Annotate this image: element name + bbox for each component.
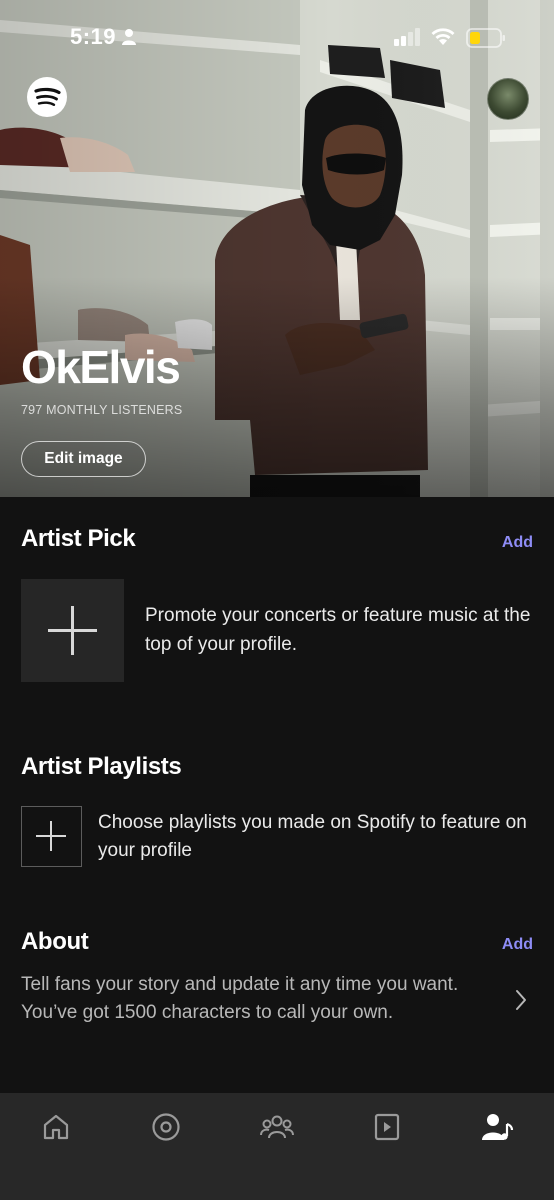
artist-header-image: 5:19 OkElvis 797 MONTHLY LISTENERS Edit … [0, 0, 554, 497]
artist-name: OkElvis [21, 341, 181, 393]
about-title: About [21, 928, 89, 955]
artist-playlists-add-tile[interactable] [21, 806, 82, 867]
nav-audience[interactable] [257, 1107, 297, 1147]
status-bar: 5:19 [0, 0, 554, 76]
artist-playlists-title: Artist Playlists [21, 753, 182, 780]
music-disc-icon [152, 1113, 180, 1141]
plus-icon [48, 606, 97, 655]
avatar[interactable] [487, 78, 529, 120]
about-add-button[interactable]: Add [502, 936, 533, 954]
about-description[interactable]: Tell fans your story and update it any t… [21, 971, 496, 1027]
spotify-logo-icon[interactable] [27, 77, 67, 117]
chevron-right-icon[interactable] [514, 988, 528, 1012]
bottom-navigation [0, 1093, 554, 1200]
artist-pick-add-button[interactable]: Add [502, 534, 533, 552]
nav-home[interactable] [36, 1107, 76, 1147]
artist-playlists-description: Choose playlists you made on Spotify to … [98, 812, 527, 861]
cellular-signal-icon [394, 28, 420, 46]
edit-image-button[interactable]: Edit image [21, 441, 146, 477]
artist-pick-add-tile[interactable] [21, 579, 124, 682]
profile-music-icon [482, 1114, 514, 1140]
audience-icon [260, 1115, 294, 1139]
nav-profile[interactable] [478, 1107, 518, 1147]
battery-icon [466, 28, 505, 48]
nav-video[interactable] [367, 1107, 407, 1147]
artist-pick-title: Artist Pick [21, 525, 136, 552]
monthly-listeners: 797 MONTHLY LISTENERS [21, 403, 183, 417]
person-icon [122, 29, 136, 45]
artist-pick-description: Promote your concerts or feature music a… [145, 605, 531, 655]
status-time: 5:19 [70, 24, 117, 49]
video-icon [374, 1113, 400, 1141]
nav-music[interactable] [146, 1107, 186, 1147]
wifi-icon [431, 28, 455, 45]
home-icon [43, 1114, 69, 1140]
plus-icon [36, 821, 66, 851]
